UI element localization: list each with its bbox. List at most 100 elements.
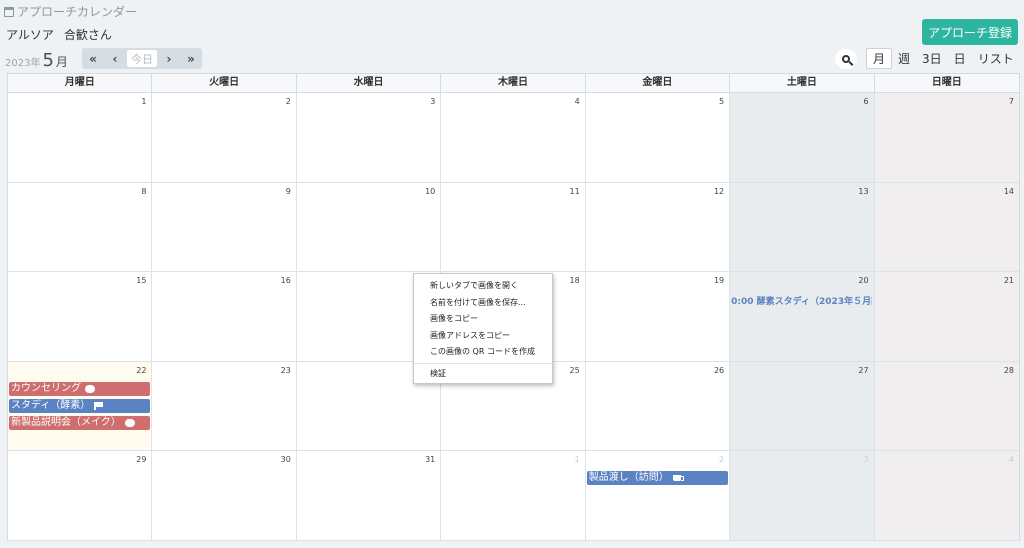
weekday-header: 月曜日 火曜日 水曜日 木曜日 金曜日 土曜日 日曜日 [8,74,1019,93]
event-title: 製品渡し（訪問） [588,472,669,484]
search-icon [842,55,850,63]
weekday-label: 日曜日 [931,77,962,88]
eye-icon [124,418,135,427]
event-product-delivery[interactable]: 製品渡し（訪問） [586,471,729,486]
day-cell[interactable]: 19 [585,272,731,362]
view-month-button[interactable]: 月 [866,48,893,69]
app-title-text: アプローチカレンダー [17,5,138,19]
next-month-button[interactable]: › [158,48,180,69]
weekday-label: 火曜日 [152,74,297,92]
day-cell[interactable]: 8 [8,182,153,273]
day-number: 27 [858,365,869,375]
today-button[interactable]: 今日 [127,50,157,67]
day-cell-other-month[interactable]: 2 製品渡し（訪問） [585,451,731,541]
day-cell[interactable]: 29 [8,451,153,541]
view-3day-button[interactable]: 3日 [916,48,948,69]
ctx-copy-image[interactable]: 画像をコピー [414,311,552,328]
day-cell[interactable]: 31 [296,451,442,541]
day-cell[interactable]: 30 [152,451,297,541]
day-number: 1 [141,97,147,106]
day-cell-other-month[interactable]: 3 [730,451,875,541]
day-number: 7 [1008,97,1014,106]
day-number: 2 [285,97,291,106]
current-month-label: 2023年 5 月 [5,50,68,71]
day-number: 11 [569,186,580,196]
event-study[interactable]: スタディ（酵素） [9,398,151,413]
search-button[interactable] [835,49,857,69]
day-cell[interactable]: 28 [874,361,1019,452]
day-cell[interactable]: 4 [441,93,586,183]
calendar-icon [4,6,14,17]
prev-month-button[interactable]: ‹ [104,48,126,69]
day-cell[interactable]: 13 [730,182,875,273]
day-cell[interactable]: 23 [152,361,297,452]
flag-icon [94,401,104,410]
day-cell[interactable]: 10 [296,182,442,273]
event-study-saturday[interactable]: 0:00 酵素スタディ（2023年５月記 [731,294,872,307]
day-number: 18 [569,276,580,286]
day-cell[interactable]: 21 [874,272,1019,362]
day-number: 30 [280,455,291,465]
next-year-button[interactable]: » [180,48,202,69]
day-number: 2 [719,455,725,465]
day-cell[interactable]: 14 [874,182,1019,273]
day-cell[interactable]: 5 [585,93,731,183]
view-list-button[interactable]: リスト [972,48,1020,69]
day-cell-other-month[interactable]: 4 [874,451,1019,541]
day-cell[interactable]: 1 [8,93,153,183]
weekday-label: 土曜日 [730,74,875,92]
app-title: アプローチカレンダー [4,3,137,20]
day-number: 29 [136,455,147,465]
ctx-save-image-as[interactable]: 名前を付けて画像を保存... [414,295,552,312]
approach-register-button[interactable]: アプローチ登録 [922,19,1018,45]
day-cell[interactable]: 7 [874,93,1019,183]
day-cell[interactable]: 16 [152,272,297,362]
day-cell[interactable]: 3 [296,93,442,183]
day-number: 16 [280,276,291,286]
ctx-open-image-new-tab[interactable]: 新しいタブで画像を開く [414,278,552,295]
cup-icon [672,475,684,482]
day-cell-other-month[interactable]: 1 [441,451,586,541]
day-cell[interactable]: 2 [152,93,297,183]
event-counseling[interactable]: カウンセリング [9,381,151,396]
day-cell[interactable]: 12 [585,182,731,273]
context-menu: 新しいタブで画像を開く 名前を付けて画像を保存... 画像をコピー 画像アドレス… [413,273,553,384]
day-cell[interactable]: 27 [730,361,875,452]
view-week-button[interactable]: 週 [892,48,916,69]
day-cell[interactable]: 9 [152,182,297,273]
day-number: 5 [719,97,725,106]
day-number: 25 [569,365,580,375]
month-unit: 月 [55,55,68,69]
ctx-copy-image-address[interactable]: 画像アドレスをコピー [414,328,552,345]
day-number: 8 [141,186,147,196]
customer-name: アルソア 合歓さん [6,26,122,43]
day-cell[interactable]: 6 [730,93,875,183]
prev-year-button[interactable]: « [82,48,104,69]
day-number: 21 [1003,276,1014,286]
event-product-launch[interactable]: 新製品説明会（メイク） [9,415,151,430]
day-cell-today[interactable]: 22 カウンセリング スタディ（酵素） 新製品説明会（メイク） [8,361,153,452]
event-title: カウンセリング [11,382,81,394]
ctx-inspect[interactable]: 検証 [414,366,552,383]
day-number: 31 [425,455,436,465]
date-navigation: « ‹ 今日 › » [82,48,202,69]
day-number: 4 [574,97,580,106]
weekday-label: 月曜日 [8,74,153,92]
event-title: スタディ（酵素） [11,399,91,411]
day-cell[interactable]: 15 [8,272,153,362]
day-number: 15 [136,276,147,286]
day-number: 28 [1003,365,1014,375]
day-number: 10 [425,186,436,196]
day-cell[interactable]: 26 [585,361,731,452]
day-number: 19 [713,276,725,286]
view-switcher: 月 週 3日 日 リスト [866,48,1020,69]
ctx-create-qr-code[interactable]: この画像の QR コードを作成 [414,344,552,361]
weekday-label: 水曜日 [297,74,442,92]
day-number: 12 [713,186,725,196]
day-number: 26 [713,365,725,375]
day-cell[interactable]: 20 0:00 酵素スタディ（2023年５月記 [730,272,875,362]
day-number: 20 [858,276,869,286]
day-number: 3 [863,455,869,465]
view-day-button[interactable]: 日 [948,48,972,69]
day-cell[interactable]: 11 [441,182,586,273]
